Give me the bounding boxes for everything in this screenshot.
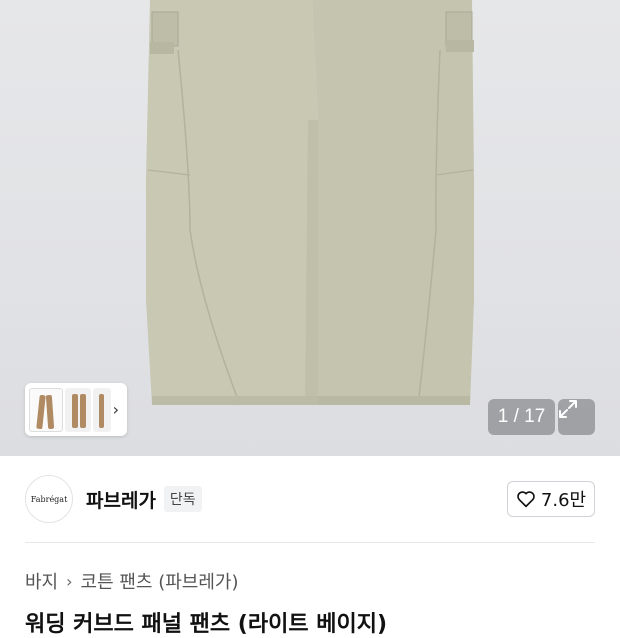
expand-button[interactable] (558, 399, 595, 435)
heart-outline-icon (517, 491, 535, 508)
thumbnail-image[interactable] (64, 387, 91, 432)
thumbnail-strip[interactable]: › (25, 383, 127, 436)
brand-name[interactable]: 파브레가 (86, 486, 156, 513)
breadcrumb-item-category[interactable]: 바지 (25, 568, 58, 594)
brand-like-button[interactable]: 7.6만 (507, 481, 595, 517)
like-count: 7.6만 (540, 490, 587, 511)
exclusive-badge: 단독 (163, 486, 202, 512)
divider (25, 542, 595, 543)
product-title: 워딩 커브드 패널 팬츠 (라이트 베이지) (25, 612, 388, 637)
breadcrumb: 바지 › 코튼 팬츠 (파브레가) (25, 568, 239, 594)
image-counter: 1 / 17 (488, 399, 555, 435)
thumbnail-image[interactable] (29, 387, 63, 432)
breadcrumb-item-subcategory[interactable]: 코튼 팬츠 (파브레가) (81, 568, 239, 594)
brand-logo[interactable]: Fabrégat (25, 475, 73, 523)
chevron-right-icon[interactable]: › (113, 400, 119, 419)
thumbnail-image[interactable] (92, 387, 111, 432)
brand-row: Fabrégat 파브레가 단독 7.6만 (25, 474, 595, 524)
expand-icon (559, 400, 577, 418)
product-image-gallery[interactable]: › 1 / 17 (0, 0, 620, 456)
chevron-right-icon: › (66, 571, 73, 591)
